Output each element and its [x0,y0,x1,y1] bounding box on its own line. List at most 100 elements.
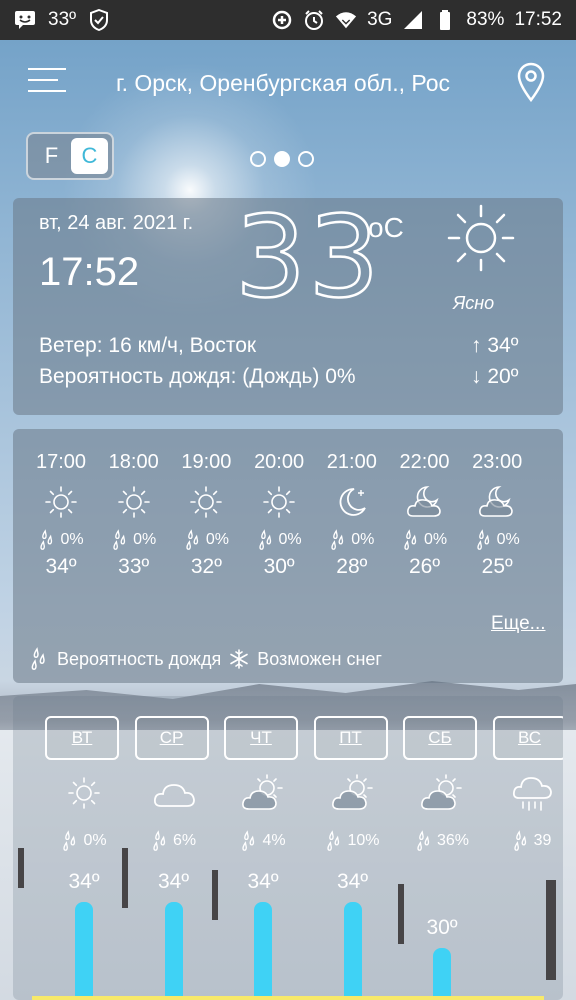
battery-level: 83% [466,9,505,30]
sun-cloud-icon [403,760,481,826]
wifi-icon [335,9,357,31]
data-saver-icon [271,9,293,31]
hourly-item[interactable]: 22:00 0% 26º [389,451,461,585]
hour-time: 23:00 [472,451,523,473]
day-button[interactable]: ВС [492,716,563,760]
daily-item[interactable]: ВС 39 [492,716,564,856]
location-pin-icon[interactable] [516,62,548,104]
hour-rain-value: 0% [205,531,229,548]
hour-temp: 26º [408,555,441,578]
temp-bar-label: 34º [68,870,100,893]
day-button[interactable]: СБ [403,716,477,760]
temp-bar [75,902,93,996]
current-condition: Ясно [453,293,495,313]
daily-item[interactable]: ЧТ 4% [224,716,302,856]
current-temperature-unit: oC [368,212,404,243]
unit-celsius-option[interactable]: C [70,138,108,174]
hourly-item[interactable]: 19:00 0% 32º [170,451,242,585]
day-button[interactable]: ВТ [45,716,119,760]
raindrops-icon [257,529,275,551]
hour-time: 22:00 [399,451,450,473]
arrow-up-icon: ↑ [471,334,482,357]
temp-bar-area: 30º [403,846,481,996]
hour-temp: 34º [45,555,77,578]
current-low-value: 20º [487,365,519,388]
empty-icon [534,479,563,525]
sun-icon [45,760,123,826]
location-title[interactable]: г. Орск, Оренбургская обл., Рос [116,70,496,97]
sun-icon [170,479,242,525]
legend-snow-label: Возможен снег [257,648,382,669]
page-dot[interactable] [298,151,314,167]
hourly-item[interactable]: 18:00 0% 33º [98,451,170,585]
hour-temp: 25º [481,555,513,578]
hourly-item[interactable]: 0 [534,451,563,585]
more-link[interactable]: Еще... [491,613,546,635]
raindrops-icon [402,529,420,551]
hour-rain-value: 0% [278,531,302,548]
hour-temp [534,555,563,585]
hour-rain: 0% [389,525,461,555]
status-time: 17:52 [514,9,562,30]
hour-rain: 0% [316,525,388,555]
unit-fahrenheit-option[interactable]: F [32,143,71,169]
snowflake-icon [229,649,249,669]
day-button[interactable]: СР [134,716,209,760]
top-bar: г. Орск, Оренбургская обл., Рос [0,56,576,112]
temp-bar-area: 34º [314,846,392,996]
current-rain-probability: Вероятность дождя: (Дождь) 0% [39,365,356,388]
temp-bar [254,902,272,996]
hour-rain-value: 0% [60,531,84,548]
cloud-icon [135,760,213,826]
daily-item[interactable]: СР 6% [134,716,213,856]
temp-bar [343,902,362,996]
current-date: вт, 24 авг. 2021 г. [39,212,194,234]
arrow-down-icon: ↓ [471,365,482,388]
page-dot-active[interactable] [274,151,290,167]
unit-toggle[interactable]: F C [26,132,114,180]
message-icon [14,9,36,31]
daily-forecast-panel[interactable]: ВТ 0% 34º СР 6% 34º ЧТ 4% 34º ПТ 10% 34º СБ 36% 30º ВС 3… [13,696,563,1000]
temp-bar-area: 34º [135,846,213,996]
status-temp: 33º [48,9,77,30]
hour-temp: 32º [190,555,222,578]
daily-item[interactable]: ВТ 0% [45,716,123,856]
hour-temp: 28º [336,555,368,578]
hourly-item[interactable]: 21:00 0% 28º [316,451,388,585]
hourly-item[interactable]: 20:00 0% 30º [243,451,315,585]
day-button[interactable]: ПТ [313,716,388,760]
daily-item[interactable]: ПТ 10% [313,716,392,856]
moon-cloud-icon [389,479,461,525]
hour-time: 21:00 [326,451,377,473]
hour-rain-value: 0% [423,531,448,548]
daily-item[interactable]: СБ 36% [403,716,481,856]
hourly-forecast-panel[interactable]: 17:00 0% 34º 18:00 0% 33º 19:00 0% 32º 20:00 0% 30º… [13,429,563,683]
hour-rain: 0% [243,525,315,555]
hourly-item[interactable]: 23:00 0% 25º [461,451,533,585]
hour-time: 19:00 [181,451,232,473]
temp-bar-area: 34º [224,846,302,996]
hour-time: 0 [534,451,563,479]
sun-cloud-icon [314,760,392,826]
page-indicator [250,151,314,167]
network-type: 3G [367,9,393,30]
rain-cloud-icon [493,760,564,826]
status-bar: 33º 3G 83% 17:52 [0,0,576,40]
temp-bar-label: 30º [426,916,458,939]
raindrops-icon [111,529,129,551]
hour-rain-value: 0% [351,531,375,548]
raindrops-icon [329,529,347,551]
hour-temp: 33º [118,555,150,578]
hour-rain-value: 0% [496,531,520,548]
hamburger-icon[interactable] [28,68,68,100]
page-dot[interactable] [250,151,266,167]
day-button[interactable]: ЧТ [224,716,298,760]
raindrops-icon [184,529,202,551]
raindrops-icon [38,529,56,551]
current-time: 17:52 [39,250,140,294]
signal-icon [402,9,424,31]
temp-bar-area: 34º [45,846,123,996]
hourly-item[interactable]: 17:00 0% 34º [25,451,97,585]
temp-bar [433,948,451,996]
temp-bar-label: 34º [336,870,369,893]
